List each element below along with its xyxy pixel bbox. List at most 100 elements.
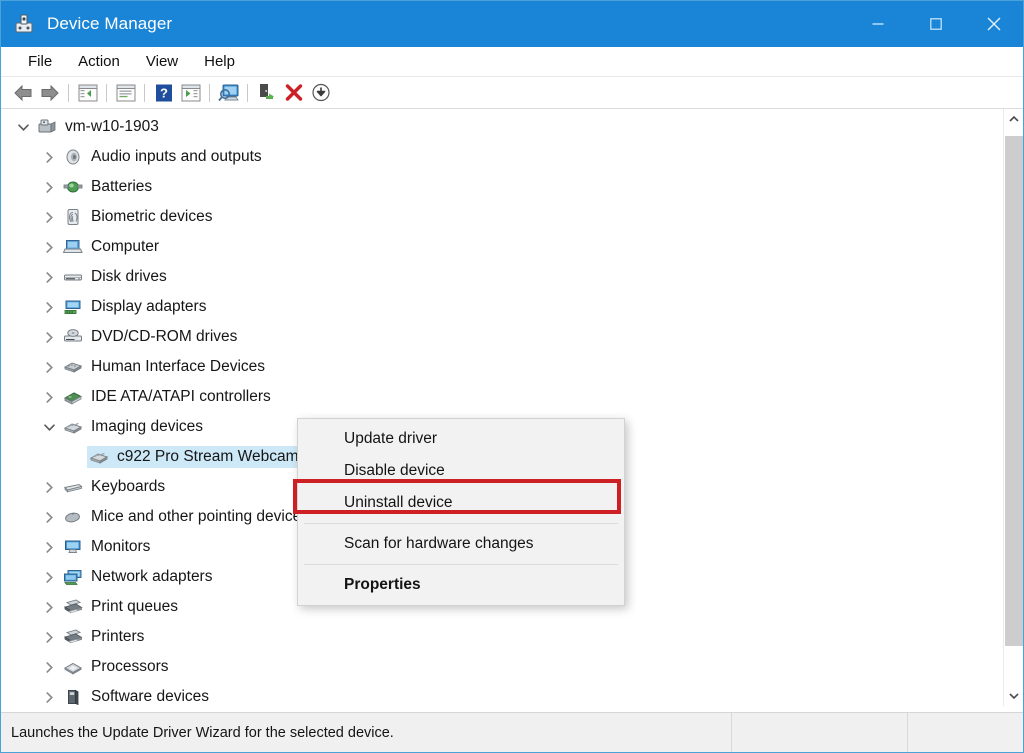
svg-text:?: ?: [160, 85, 168, 100]
context-menu[interactable]: Update driver Disable device Uninstall dev…: [297, 418, 625, 606]
disable-device-icon[interactable]: [307, 80, 334, 106]
ctx-disable-device[interactable]: Disable device: [298, 455, 624, 487]
tree-item-label: Batteries: [91, 178, 153, 195]
tree-item-label: Software devices: [91, 688, 210, 705]
tree-item-label: Human Interface Devices: [91, 358, 266, 375]
tree-item-label: Mice and other pointing devices: [91, 508, 309, 525]
chevron-right-icon[interactable]: [37, 502, 61, 532]
context-menu-separator: [304, 523, 618, 524]
toolbar-separator: [68, 83, 69, 102]
chevron-right-icon[interactable]: [37, 142, 61, 172]
ctx-scan-hardware-changes[interactable]: Scan for hardware changes: [298, 528, 624, 560]
chevron-right-icon[interactable]: [37, 592, 61, 622]
window-title: Device Manager: [47, 14, 173, 33]
chevron-right-icon[interactable]: [37, 652, 61, 682]
scroll-down-arrow[interactable]: [1004, 686, 1023, 706]
help-icon[interactable]: ?: [150, 80, 177, 106]
context-menu-label: Uninstall device: [344, 494, 453, 511]
tree-item[interactable]: Software devices: [1, 682, 1003, 706]
ctx-update-driver[interactable]: Update driver: [298, 423, 624, 455]
forward-icon[interactable]: [36, 80, 63, 106]
display-adapter-icon: [61, 296, 85, 318]
tree-item[interactable]: Computer: [1, 232, 1003, 262]
processor-icon: [61, 656, 85, 678]
enable-device-icon[interactable]: [253, 80, 280, 106]
computer-icon: [61, 236, 85, 258]
chevron-right-icon[interactable]: [37, 202, 61, 232]
tree-item-label: Display adapters: [91, 298, 207, 315]
print-queue-icon: [61, 596, 85, 618]
tree-item-label: Print queues: [91, 598, 179, 615]
tree-item[interactable]: Printers: [1, 622, 1003, 652]
scan-for-hardware-changes-icon[interactable]: [215, 80, 242, 106]
scrollbar-thumb[interactable]: [1005, 136, 1023, 646]
tree-item[interactable]: IDE ATA/ATAPI controllers: [1, 382, 1003, 412]
tree-item[interactable]: Display adapters: [1, 292, 1003, 322]
tree-item-label: Printers: [91, 628, 145, 645]
menu-action[interactable]: Action: [65, 50, 133, 74]
menu-help[interactable]: Help: [191, 50, 248, 74]
tree-item[interactable]: Batteries: [1, 172, 1003, 202]
chevron-down-icon[interactable]: [37, 412, 61, 442]
show-hide-console-tree-icon[interactable]: [74, 80, 101, 106]
maximize-button[interactable]: [907, 1, 965, 47]
device-tree-panel: vm-w10-1903 Audio inputs and outputs Batte…: [1, 109, 1023, 706]
uninstall-device-icon[interactable]: [280, 80, 307, 106]
tree-item-label: Monitors: [91, 538, 151, 555]
chevron-right-icon[interactable]: [37, 322, 61, 352]
toolbar-separator: [247, 83, 248, 102]
tree-item-label: Audio inputs and outputs: [91, 148, 262, 165]
chevron-right-icon[interactable]: [37, 622, 61, 652]
ide-controller-icon: [61, 386, 85, 408]
imaging-device-icon: [61, 416, 85, 438]
context-menu-label: Disable device: [344, 462, 445, 479]
chevron-right-icon[interactable]: [37, 472, 61, 502]
chevron-right-icon[interactable]: [37, 682, 61, 706]
chevron-down-icon[interactable]: [11, 112, 35, 142]
properties-icon[interactable]: [112, 80, 139, 106]
status-message: Launches the Update Driver Wizard for th…: [1, 712, 732, 752]
hid-icon: [61, 356, 85, 378]
toolbar: ?: [1, 77, 1023, 109]
tree-item-label: Disk drives: [91, 268, 167, 285]
update-driver-icon[interactable]: [177, 80, 204, 106]
tree-item[interactable]: DVD/CD-ROM drives: [1, 322, 1003, 352]
tree-item-label: c922 Pro Stream Webcam: [117, 448, 299, 465]
tree-item-label: Computer: [91, 238, 160, 255]
chevron-right-icon[interactable]: [37, 562, 61, 592]
chevron-right-icon[interactable]: [37, 352, 61, 382]
back-icon[interactable]: [9, 80, 36, 106]
tree-item-label: IDE ATA/ATAPI controllers: [91, 388, 271, 405]
tree-item[interactable]: Disk drives: [1, 262, 1003, 292]
ctx-uninstall-device[interactable]: Uninstall device: [298, 487, 624, 519]
chevron-right-icon[interactable]: [37, 532, 61, 562]
scroll-up-arrow[interactable]: [1004, 109, 1023, 129]
vertical-scrollbar[interactable]: [1003, 109, 1023, 706]
dvd-drive-icon: [61, 326, 85, 348]
device-manager-icon: [13, 13, 35, 35]
disk-drive-icon: [61, 266, 85, 288]
chevron-right-icon[interactable]: [37, 292, 61, 322]
close-button[interactable]: [965, 1, 1023, 47]
menu-view[interactable]: View: [133, 50, 191, 74]
tree-item[interactable]: Biometric devices: [1, 202, 1003, 232]
chevron-right-icon[interactable]: [37, 172, 61, 202]
window-controls: [849, 1, 1023, 47]
minimize-button[interactable]: [849, 1, 907, 47]
menu-file[interactable]: File: [15, 50, 65, 74]
toolbar-separator: [209, 83, 210, 102]
tree-item[interactable]: Processors: [1, 652, 1003, 682]
tree-item[interactable]: Human Interface Devices: [1, 352, 1003, 382]
chevron-right-icon[interactable]: [37, 232, 61, 262]
chevron-right-icon[interactable]: [37, 382, 61, 412]
tree-item[interactable]: vm-w10-1903: [1, 112, 1003, 142]
context-menu-separator: [304, 564, 618, 565]
ctx-properties[interactable]: Properties: [298, 569, 624, 601]
toolbar-separator: [144, 83, 145, 102]
device-tree[interactable]: vm-w10-1903 Audio inputs and outputs Batte…: [1, 109, 1003, 706]
printer-icon: [61, 626, 85, 648]
tree-item[interactable]: Audio inputs and outputs: [1, 142, 1003, 172]
chevron-right-icon[interactable]: [37, 262, 61, 292]
tree-item-label: Processors: [91, 658, 169, 675]
title-bar[interactable]: Device Manager: [1, 1, 1023, 47]
